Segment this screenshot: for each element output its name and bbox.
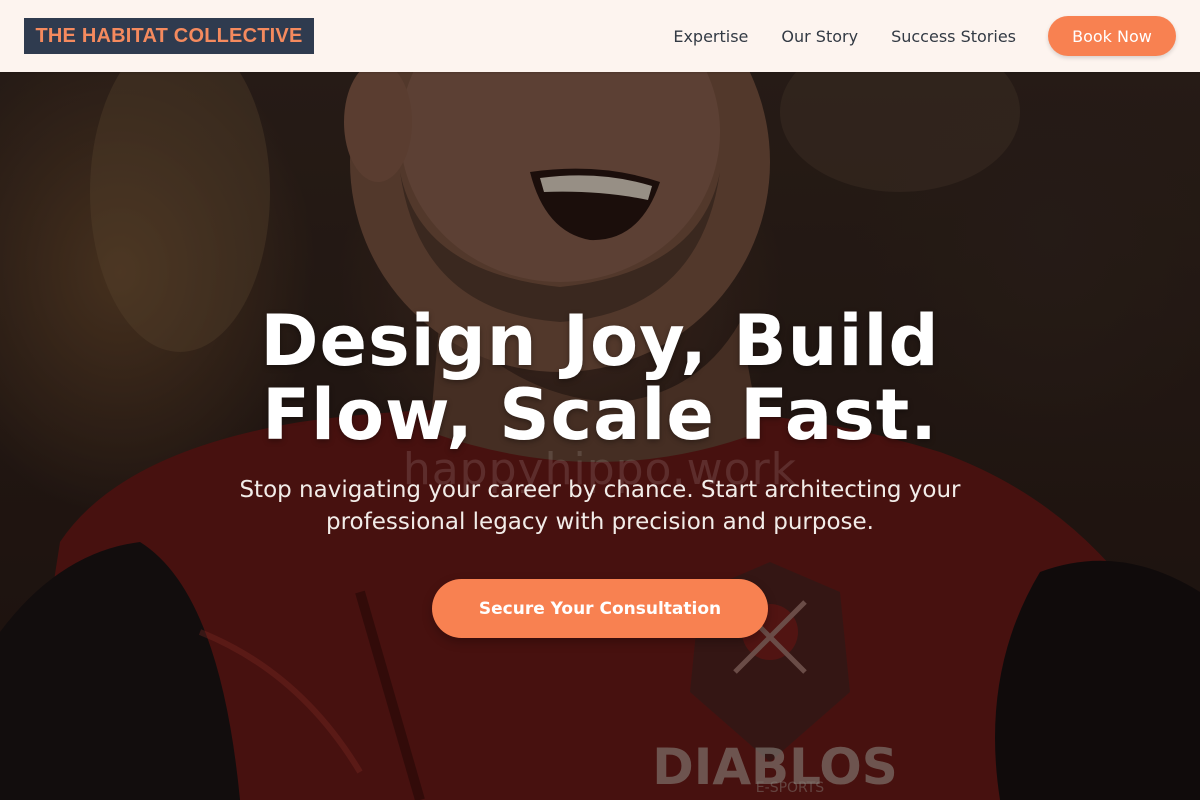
brand-logo[interactable]: THE HABITAT COLLECTIVE — [24, 18, 314, 54]
hero-subtitle: Stop navigating your career by chance. S… — [239, 477, 961, 535]
book-now-button[interactable]: Book Now — [1048, 16, 1176, 56]
hero-headline: Design Joy, Build Flow, Scale Fast. — [150, 304, 1050, 452]
nav-link-expertise[interactable]: Expertise — [673, 27, 748, 46]
site-header: THE HABITAT COLLECTIVE Expertise Our Sto… — [0, 0, 1200, 72]
secure-consultation-button[interactable]: Secure Your Consultation — [432, 579, 768, 638]
nav-link-success-stories[interactable]: Success Stories — [891, 27, 1016, 46]
nav-link-our-story[interactable]: Our Story — [781, 27, 858, 46]
hero-section: DIABLOS E-SPORTS happyhippo.work Design … — [0, 72, 1200, 800]
main-nav: Expertise Our Story Success Stories Book… — [673, 16, 1176, 56]
hero-headline-line-1: Design Joy, Build — [260, 300, 940, 382]
hero-content: happyhippo.work Design Joy, Build Flow, … — [0, 72, 1200, 800]
hero-headline-line-2: Flow, Scale Fast. — [262, 374, 938, 456]
